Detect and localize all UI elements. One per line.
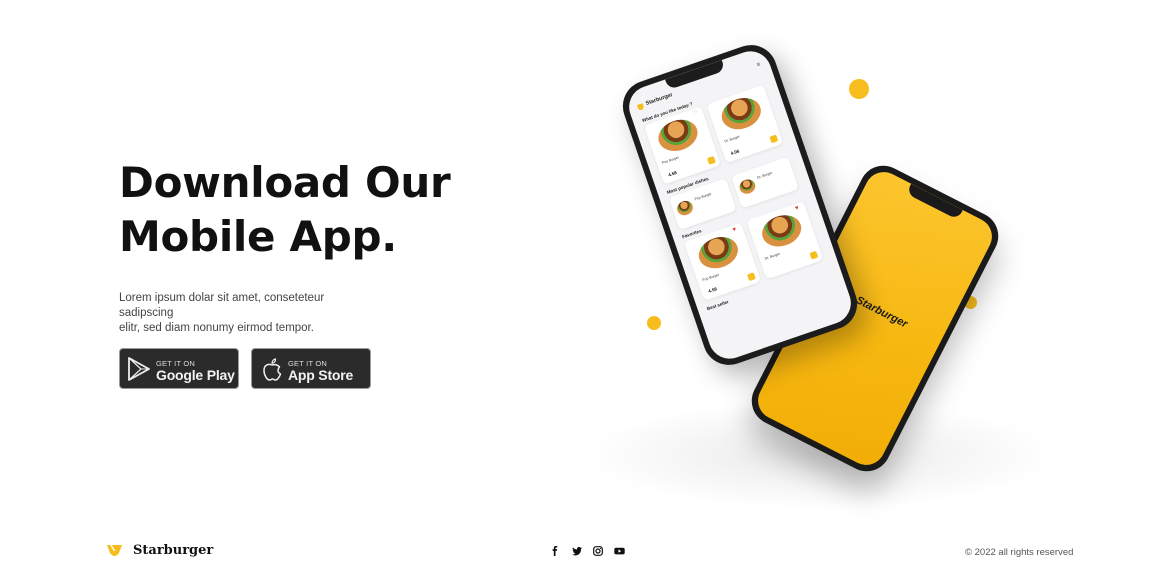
burger-image — [757, 210, 806, 252]
burger-image — [675, 198, 695, 218]
hero-description-line2: elitr, sed diam nonumy eirmod tempor. — [119, 322, 314, 334]
starburger-logo-icon — [106, 542, 123, 559]
hero-description: Lorem ipsum dolar sit amet, conseteteur … — [119, 291, 379, 336]
section-title-best: Best seller — [706, 299, 730, 312]
food-name: Dr. Burger — [723, 134, 741, 144]
food-name: Pop Burger — [694, 191, 713, 202]
splash-brand-label: Starburger — [853, 294, 910, 331]
burger-image — [694, 231, 743, 274]
google-play-label: Google Play — [156, 367, 235, 383]
starburger-logo-icon — [636, 103, 645, 111]
copyright-text: © 2022 all rights reserved — [965, 547, 1074, 558]
food-card: Dr. Burger — [731, 156, 799, 209]
add-button — [747, 272, 756, 282]
hero-title-line1: Download Our — [119, 158, 451, 207]
google-play-button[interactable]: GET IT ON Google Play — [119, 348, 239, 389]
footer-brand: Starburger — [133, 543, 214, 558]
food-card: ♥ Dr. Burger — [746, 201, 824, 280]
phone-app-screen: Starburger ≡ What do you like today ? ♡ … — [623, 45, 857, 365]
food-price: 4.58 — [707, 286, 718, 294]
heart-icon: ♥ — [732, 226, 738, 234]
twitter-icon[interactable] — [571, 545, 583, 557]
heart-icon: ♡ — [691, 109, 700, 118]
food-name: Pop Burger — [661, 155, 680, 165]
download-app-section: Download Our Mobile App. Lorem ipsum dol… — [0, 0, 1176, 584]
add-button — [706, 155, 716, 165]
menu-icon: ≡ — [756, 61, 762, 69]
apple-icon — [257, 355, 287, 383]
google-play-icon — [125, 355, 155, 383]
app-store-button[interactable]: GET IT ON App Store — [251, 348, 371, 389]
app-store-label: App Store — [288, 367, 354, 383]
add-button — [809, 250, 819, 260]
instagram-icon[interactable] — [592, 545, 604, 557]
phone-notch — [906, 183, 963, 220]
hero-title: Download Our Mobile App. — [119, 156, 451, 264]
food-price: 4.58 — [667, 169, 678, 178]
decor-dot-top — [849, 79, 869, 99]
decor-dot-left — [647, 316, 661, 330]
youtube-icon[interactable] — [613, 545, 625, 557]
food-name: Dr. Burger — [764, 251, 781, 261]
splash-brand: Starburger — [843, 289, 938, 345]
food-card: Dr. Burger 4.06 — [706, 84, 784, 164]
food-name: Pop Burger — [701, 272, 720, 283]
add-button — [769, 134, 779, 144]
burger-image — [737, 177, 758, 196]
burger-image — [717, 92, 766, 135]
app-name: Starburger — [645, 92, 674, 107]
food-name: Dr. Burger — [756, 170, 773, 180]
hero-title-line2: Mobile App. — [119, 212, 397, 261]
burger-image — [654, 114, 702, 157]
hero-description-line1: Lorem ipsum dolar sit amet, conseteteur … — [119, 292, 325, 319]
food-price: 4.06 — [729, 148, 740, 157]
heart-icon: ♥ — [794, 205, 800, 213]
facebook-icon[interactable] — [549, 545, 561, 557]
